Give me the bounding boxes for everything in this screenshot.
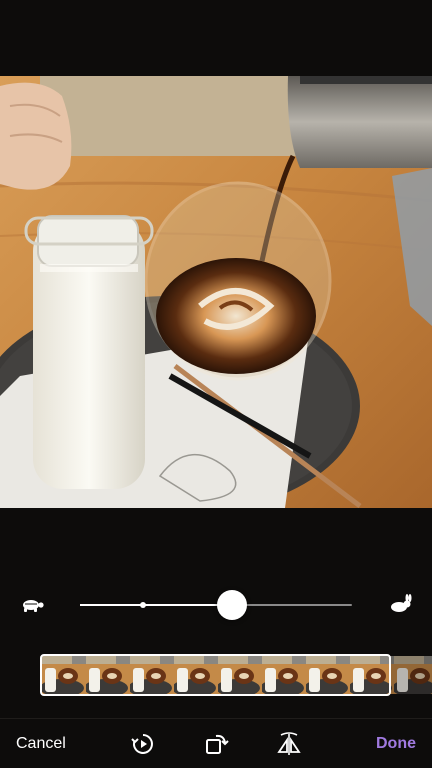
coffee-scene-image <box>0 76 432 508</box>
speed-slider-thumb[interactable] <box>217 590 248 620</box>
trim-selection-handle[interactable] <box>40 654 391 696</box>
turtle-icon[interactable] <box>19 594 45 614</box>
flip-icon[interactable] <box>276 731 302 757</box>
edit-toolbar: Cancel Done <box>0 719 432 768</box>
rotate-icon[interactable] <box>204 731 230 757</box>
rotate-playback-icon[interactable] <box>130 731 156 757</box>
trimmed-region-overlay <box>391 656 432 694</box>
top-bar <box>0 0 432 76</box>
cancel-button[interactable]: Cancel <box>16 735 66 753</box>
rabbit-icon[interactable] <box>388 594 414 614</box>
playback-speed-control[interactable] <box>0 582 432 628</box>
speed-track-fill <box>80 604 233 606</box>
video-timeline-filmstrip[interactable] <box>40 654 432 696</box>
normal-speed-marker <box>139 602 146 608</box>
done-button[interactable]: Done <box>376 735 416 753</box>
video-preview[interactable] <box>0 76 432 508</box>
